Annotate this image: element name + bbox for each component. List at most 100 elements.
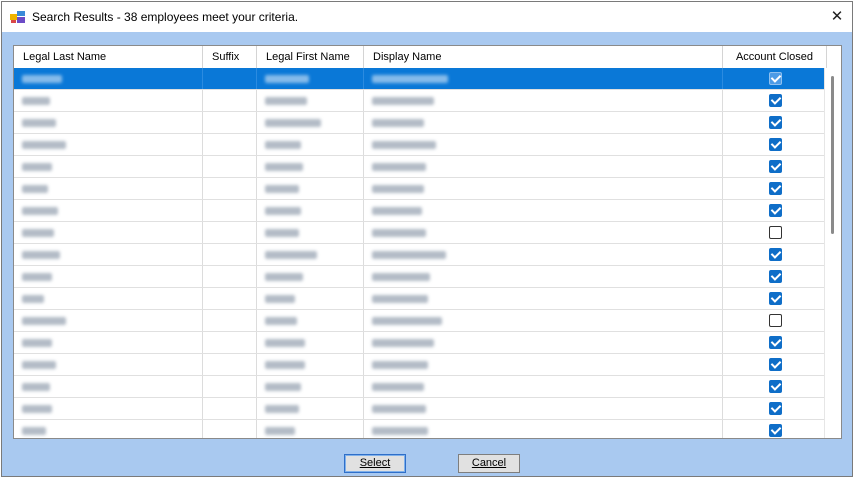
- checkbox-checked-icon[interactable]: [769, 116, 782, 129]
- checkbox-checked-icon[interactable]: [769, 270, 782, 283]
- cell-display-name[interactable]: [364, 266, 723, 287]
- checkbox-checked-icon[interactable]: [769, 358, 782, 371]
- checkbox-checked-icon[interactable]: [769, 204, 782, 217]
- table-row[interactable]: [14, 134, 827, 156]
- cell-display-name[interactable]: [364, 288, 723, 309]
- cell-legal-last-name[interactable]: [14, 376, 203, 397]
- cell-account-closed[interactable]: [723, 266, 827, 287]
- cell-legal-first-name[interactable]: [257, 420, 364, 438]
- cell-display-name[interactable]: [364, 90, 723, 111]
- cell-legal-last-name[interactable]: [14, 354, 203, 375]
- table-row[interactable]: [14, 156, 827, 178]
- checkbox-checked-icon[interactable]: [769, 248, 782, 261]
- table-row[interactable]: [14, 288, 827, 310]
- cell-suffix[interactable]: [203, 398, 257, 419]
- checkbox-checked-icon[interactable]: [769, 424, 782, 437]
- cell-legal-last-name[interactable]: [14, 112, 203, 133]
- checkbox-checked-icon[interactable]: [769, 182, 782, 195]
- cell-suffix[interactable]: [203, 332, 257, 353]
- cell-display-name[interactable]: [364, 112, 723, 133]
- cell-legal-first-name[interactable]: [257, 200, 364, 221]
- cell-suffix[interactable]: [203, 156, 257, 177]
- column-header-legal-first-name[interactable]: Legal First Name: [257, 46, 364, 68]
- table-row[interactable]: [14, 376, 827, 398]
- cell-account-closed[interactable]: [723, 222, 827, 243]
- cell-display-name[interactable]: [364, 376, 723, 397]
- cell-suffix[interactable]: [203, 376, 257, 397]
- cell-legal-first-name[interactable]: [257, 398, 364, 419]
- table-row[interactable]: [14, 354, 827, 376]
- cell-display-name[interactable]: [364, 332, 723, 353]
- column-header-legal-last-name[interactable]: Legal Last Name: [14, 46, 203, 68]
- checkbox-checked-icon[interactable]: [769, 336, 782, 349]
- cell-account-closed[interactable]: [723, 68, 827, 89]
- cell-display-name[interactable]: [364, 398, 723, 419]
- checkbox-checked-icon[interactable]: [769, 94, 782, 107]
- cell-account-closed[interactable]: [723, 420, 827, 438]
- checkbox-unchecked-icon[interactable]: [769, 226, 782, 239]
- cell-legal-last-name[interactable]: [14, 288, 203, 309]
- table-row[interactable]: [14, 222, 827, 244]
- cell-display-name[interactable]: [364, 354, 723, 375]
- cell-account-closed[interactable]: [723, 288, 827, 309]
- close-icon[interactable]: ✕: [822, 2, 852, 32]
- cell-display-name[interactable]: [364, 178, 723, 199]
- cell-suffix[interactable]: [203, 178, 257, 199]
- cell-suffix[interactable]: [203, 222, 257, 243]
- cell-suffix[interactable]: [203, 354, 257, 375]
- cell-legal-first-name[interactable]: [257, 288, 364, 309]
- cancel-button[interactable]: Cancel: [458, 454, 520, 473]
- checkbox-checked-icon[interactable]: [769, 160, 782, 173]
- cell-display-name[interactable]: [364, 222, 723, 243]
- cell-legal-first-name[interactable]: [257, 178, 364, 199]
- table-row[interactable]: [14, 200, 827, 222]
- table-row[interactable]: [14, 68, 827, 90]
- cell-legal-last-name[interactable]: [14, 134, 203, 155]
- cell-legal-first-name[interactable]: [257, 90, 364, 111]
- table-row[interactable]: [14, 420, 827, 438]
- cell-legal-last-name[interactable]: [14, 68, 203, 89]
- table-row[interactable]: [14, 244, 827, 266]
- cell-account-closed[interactable]: [723, 178, 827, 199]
- cell-suffix[interactable]: [203, 90, 257, 111]
- cell-suffix[interactable]: [203, 288, 257, 309]
- cell-suffix[interactable]: [203, 68, 257, 89]
- cell-suffix[interactable]: [203, 244, 257, 265]
- cell-suffix[interactable]: [203, 200, 257, 221]
- cell-legal-first-name[interactable]: [257, 222, 364, 243]
- cell-legal-last-name[interactable]: [14, 200, 203, 221]
- cell-legal-first-name[interactable]: [257, 266, 364, 287]
- cell-legal-last-name[interactable]: [14, 266, 203, 287]
- cell-account-closed[interactable]: [723, 244, 827, 265]
- table-row[interactable]: [14, 112, 827, 134]
- cell-legal-last-name[interactable]: [14, 310, 203, 331]
- cell-legal-first-name[interactable]: [257, 112, 364, 133]
- table-row[interactable]: [14, 310, 827, 332]
- column-header-account-closed[interactable]: Account Closed: [723, 46, 827, 68]
- cell-account-closed[interactable]: [723, 398, 827, 419]
- table-row[interactable]: [14, 266, 827, 288]
- cell-account-closed[interactable]: [723, 310, 827, 331]
- cell-legal-last-name[interactable]: [14, 178, 203, 199]
- column-header-display-name[interactable]: Display Name: [364, 46, 723, 68]
- table-row[interactable]: [14, 90, 827, 112]
- checkbox-checked-icon[interactable]: [769, 292, 782, 305]
- cell-legal-first-name[interactable]: [257, 244, 364, 265]
- cell-account-closed[interactable]: [723, 200, 827, 221]
- select-button[interactable]: Select: [344, 454, 406, 473]
- cell-display-name[interactable]: [364, 134, 723, 155]
- cell-display-name[interactable]: [364, 156, 723, 177]
- cell-legal-last-name[interactable]: [14, 244, 203, 265]
- table-row[interactable]: [14, 332, 827, 354]
- cell-suffix[interactable]: [203, 134, 257, 155]
- scrollbar-thumb[interactable]: [831, 76, 834, 234]
- results-grid[interactable]: Legal Last Name Suffix Legal First Name …: [13, 45, 842, 439]
- vertical-scrollbar[interactable]: [824, 68, 841, 438]
- cell-suffix[interactable]: [203, 420, 257, 438]
- cell-display-name[interactable]: [364, 310, 723, 331]
- cell-legal-first-name[interactable]: [257, 68, 364, 89]
- cell-legal-first-name[interactable]: [257, 134, 364, 155]
- cell-legal-last-name[interactable]: [14, 332, 203, 353]
- cell-legal-last-name[interactable]: [14, 90, 203, 111]
- checkbox-checked-icon[interactable]: [769, 402, 782, 415]
